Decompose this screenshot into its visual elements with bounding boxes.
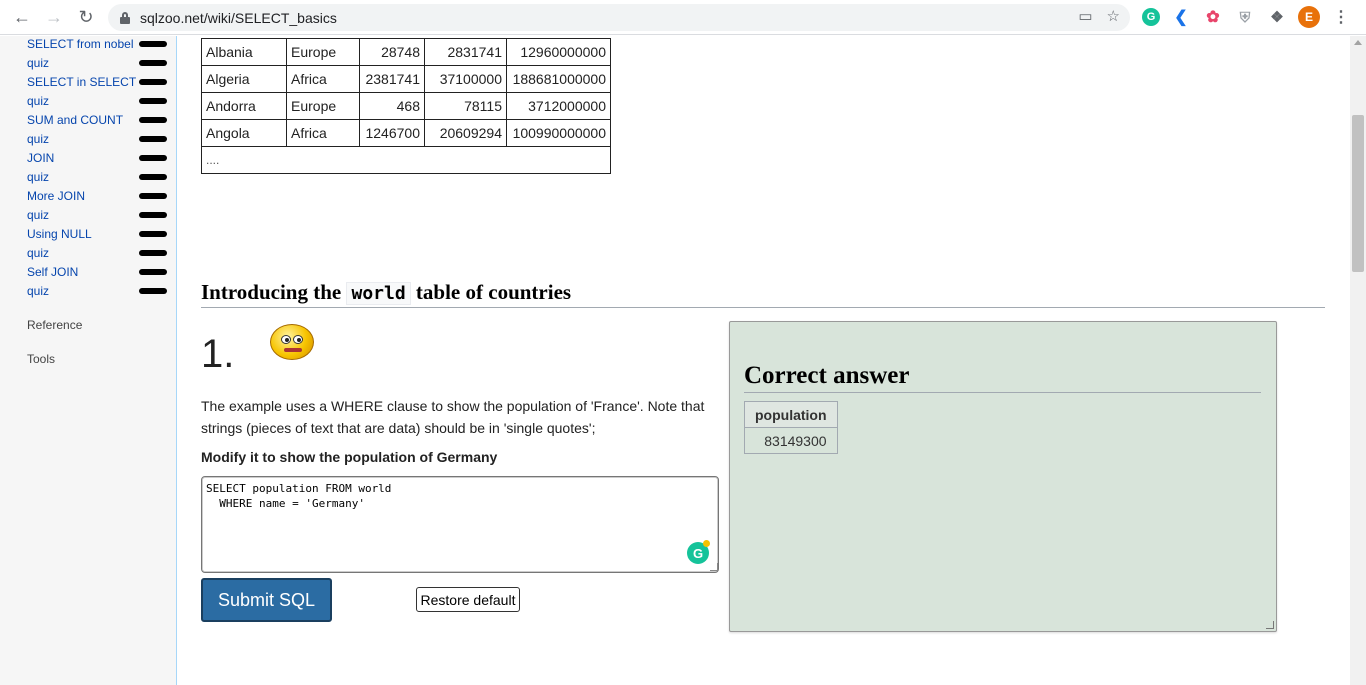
progress-bar-icon bbox=[139, 193, 167, 199]
table-row: Albania Europe 28748 2831741 12960000000 bbox=[201, 38, 611, 66]
progress-bar-icon bbox=[139, 117, 167, 123]
sidebar-item-quiz[interactable]: quiz bbox=[27, 246, 49, 260]
sidebar-heading-tools[interactable]: Tools bbox=[27, 352, 55, 366]
progress-bar-icon bbox=[139, 60, 167, 66]
scroll-up-arrow-icon[interactable] bbox=[1354, 40, 1362, 45]
table-cell: Europe bbox=[286, 92, 360, 120]
table-row: 83149300 bbox=[744, 427, 838, 454]
table-ellipsis: .... bbox=[201, 146, 611, 174]
sidebar-item-using-null[interactable]: Using NULL bbox=[27, 227, 92, 241]
grammarly-icon[interactable]: G bbox=[687, 540, 710, 564]
table-row: Angola Africa 1246700 20609294 100990000… bbox=[201, 119, 611, 147]
submit-sql-button[interactable]: Submit SQL bbox=[201, 578, 332, 622]
sidebar-item-quiz[interactable]: quiz bbox=[27, 284, 49, 298]
progress-bar-icon bbox=[139, 174, 167, 180]
question-description: The example uses a WHERE clause to show … bbox=[201, 398, 705, 436]
sql-editor[interactable]: SELECT population FROM world WHERE name … bbox=[201, 476, 719, 573]
table-cell: Europe bbox=[286, 38, 360, 66]
reload-icon[interactable]: ↻ bbox=[70, 1, 102, 33]
table-cell: 468 bbox=[359, 92, 425, 120]
progress-bar-icon bbox=[139, 98, 167, 104]
answer-title: Correct answer bbox=[744, 362, 1261, 393]
sidebar-item-quiz[interactable]: quiz bbox=[27, 170, 49, 184]
extensions-puzzle-icon[interactable]: ❖ bbox=[1266, 6, 1288, 28]
table-cell: Algeria bbox=[201, 65, 287, 93]
sidebar-item-select-in-select[interactable]: SELECT in SELECT bbox=[27, 75, 136, 89]
sidebar-item-join[interactable]: JOIN bbox=[27, 151, 54, 165]
table-row: Algeria Africa 2381741 37100000 18868100… bbox=[201, 65, 611, 93]
smiley-face-icon bbox=[270, 324, 314, 360]
section-heading: Introducing the world table of countries bbox=[201, 280, 1325, 308]
table-cell: 20609294 bbox=[424, 119, 507, 147]
page-scrollbar[interactable] bbox=[1350, 36, 1366, 685]
grammarly-extension-icon[interactable]: G bbox=[1142, 8, 1160, 26]
table-row: Andorra Europe 468 78115 3712000000 bbox=[201, 92, 611, 120]
shield-extension-icon[interactable]: ⛨ bbox=[1234, 6, 1256, 28]
progress-bar-icon bbox=[139, 79, 167, 85]
sidebar-item-quiz[interactable]: quiz bbox=[27, 56, 49, 70]
table-cell: 83149300 bbox=[744, 427, 838, 454]
url-text[interactable]: sqlzoo.net/wiki/SELECT_basics bbox=[140, 10, 337, 26]
section-heading-code: world bbox=[346, 282, 411, 305]
question-instruction: Modify it to show the population of Germ… bbox=[201, 449, 498, 465]
sidebar-item-quiz[interactable]: quiz bbox=[27, 208, 49, 222]
extension-k-icon[interactable]: ❮ bbox=[1170, 6, 1192, 28]
table-cell: 78115 bbox=[424, 92, 507, 120]
table-cell: 2381741 bbox=[359, 65, 425, 93]
progress-bar-icon bbox=[139, 155, 167, 161]
progress-bar-icon bbox=[139, 250, 167, 256]
sidebar-item-quiz[interactable]: quiz bbox=[27, 132, 49, 146]
progress-bar-icon bbox=[139, 212, 167, 218]
answer-table: population 83149300 bbox=[744, 401, 838, 454]
sidebar-item-more-join[interactable]: More JOIN bbox=[27, 189, 85, 203]
section-heading-text: table of countries bbox=[415, 280, 572, 304]
sidebar-heading-reference[interactable]: Reference bbox=[27, 318, 82, 332]
table-cell: Africa bbox=[286, 65, 360, 93]
question-number: 1. bbox=[201, 332, 235, 376]
forward-icon[interactable]: → bbox=[38, 1, 70, 33]
sidebar-item-sum-and-count[interactable]: SUM and COUNT bbox=[27, 113, 123, 127]
panel-resize-handle[interactable] bbox=[1266, 621, 1274, 629]
table-cell: 28748 bbox=[359, 38, 425, 66]
progress-bar-icon bbox=[139, 41, 167, 47]
table-cell: 12960000000 bbox=[506, 38, 611, 66]
sidebar: SELECT from nobel quiz SELECT in SELECT … bbox=[0, 36, 177, 685]
table-cell: Albania bbox=[201, 38, 287, 66]
answer-panel: Correct answer population 83149300 bbox=[729, 321, 1277, 632]
table-cell: 188681000000 bbox=[506, 65, 611, 93]
browser-menu-icon[interactable]: ⋮ bbox=[1330, 6, 1352, 28]
table-cell: 100990000000 bbox=[506, 119, 611, 147]
world-table: Albania Europe 28748 2831741 12960000000… bbox=[201, 38, 611, 174]
main-content: Albania Europe 28748 2831741 12960000000… bbox=[177, 36, 1350, 685]
table-row: .... bbox=[201, 146, 611, 174]
table-cell: 37100000 bbox=[424, 65, 507, 93]
restore-default-button[interactable]: Restore default bbox=[416, 587, 520, 612]
back-icon[interactable]: ← bbox=[6, 1, 38, 33]
table-cell: 2831741 bbox=[424, 38, 507, 66]
column-header: population bbox=[744, 401, 838, 428]
textarea-resize-handle[interactable] bbox=[710, 563, 718, 571]
browser-toolbar: ← → ↻ sqlzoo.net/wiki/SELECT_basics ▭ ☆ … bbox=[0, 0, 1366, 35]
lock-icon[interactable] bbox=[120, 11, 130, 24]
sidebar-item-self-join[interactable]: Self JOIN bbox=[27, 265, 78, 279]
table-cell: Angola bbox=[201, 119, 287, 147]
table-cell: 3712000000 bbox=[506, 92, 611, 120]
progress-bar-icon bbox=[139, 136, 167, 142]
cast-icon[interactable]: ▭ bbox=[1078, 7, 1092, 25]
extension-swirl-icon[interactable]: ✿ bbox=[1202, 6, 1224, 28]
progress-bar-icon bbox=[139, 288, 167, 294]
sidebar-item-quiz[interactable]: quiz bbox=[27, 94, 49, 108]
table-cell: Andorra bbox=[201, 92, 287, 120]
table-header-row: population bbox=[744, 401, 838, 428]
progress-bar-icon bbox=[139, 269, 167, 275]
table-cell: 1246700 bbox=[359, 119, 425, 147]
section-heading-text: Introducing the bbox=[201, 280, 342, 304]
address-bar[interactable]: sqlzoo.net/wiki/SELECT_basics ▭ ☆ bbox=[108, 4, 1130, 31]
table-cell: Africa bbox=[286, 119, 360, 147]
sidebar-item-select-from-nobel[interactable]: SELECT from nobel bbox=[27, 37, 134, 51]
bookmark-star-icon[interactable]: ☆ bbox=[1107, 7, 1120, 25]
progress-bar-icon bbox=[139, 231, 167, 237]
scrollbar-thumb[interactable] bbox=[1352, 115, 1364, 272]
profile-avatar[interactable]: E bbox=[1298, 6, 1320, 28]
